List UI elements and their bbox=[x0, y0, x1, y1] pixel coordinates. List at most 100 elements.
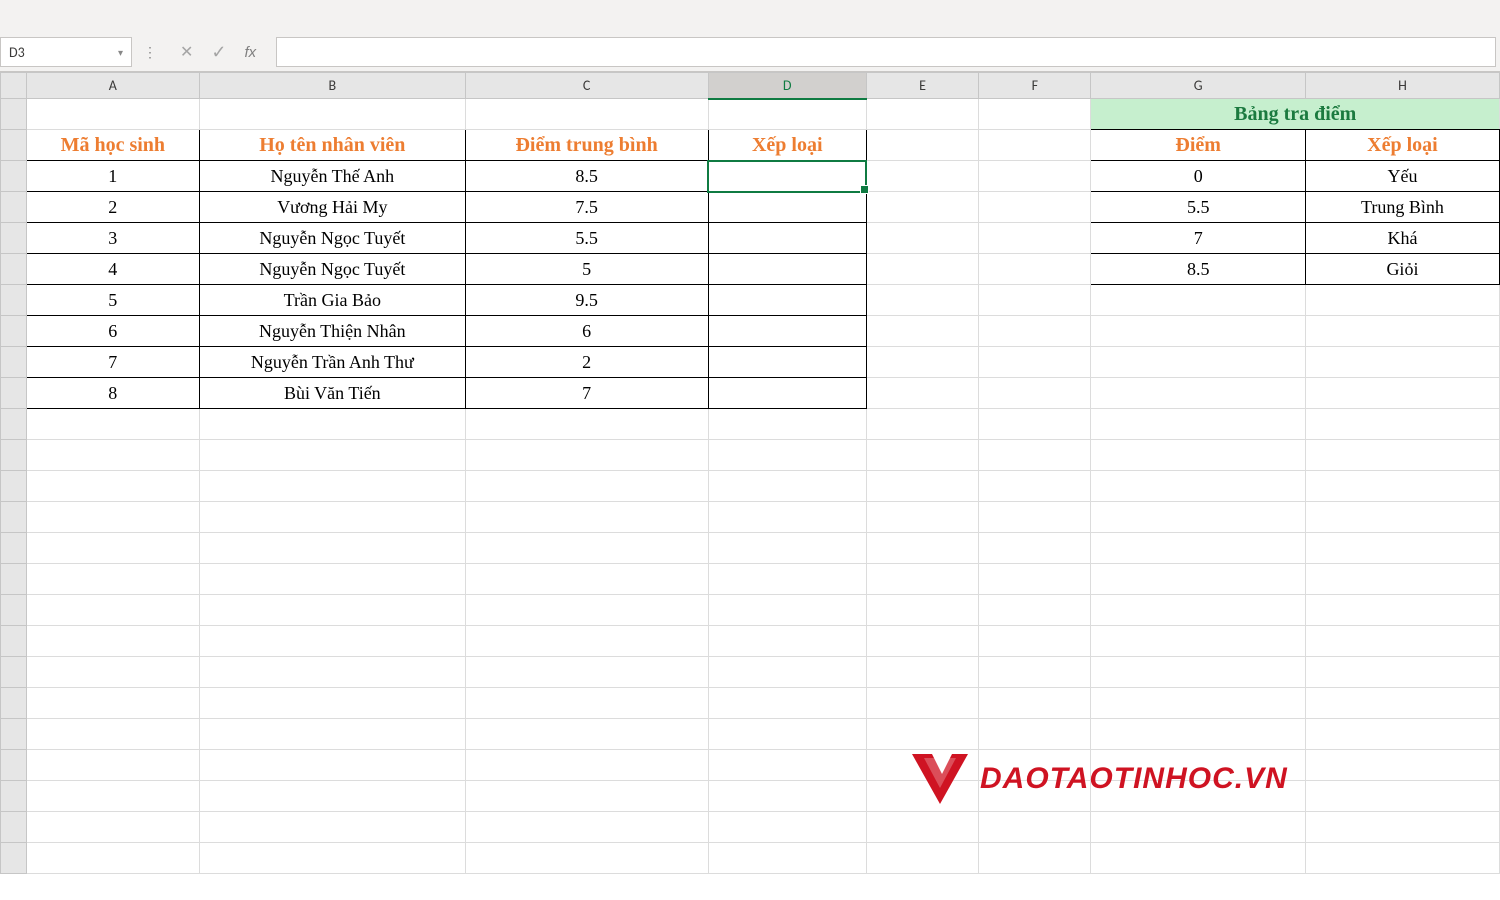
cell[interactable] bbox=[866, 564, 978, 595]
cell-score[interactable]: 9.5 bbox=[465, 285, 708, 316]
lookup-score[interactable]: 8.5 bbox=[1091, 254, 1305, 285]
lookup-rank[interactable]: Khá bbox=[1305, 223, 1499, 254]
row-header[interactable] bbox=[1, 316, 27, 347]
fx-icon[interactable]: fx bbox=[245, 44, 257, 61]
cell[interactable] bbox=[465, 502, 708, 533]
cell[interactable] bbox=[465, 843, 708, 874]
cell-score[interactable]: 7 bbox=[465, 378, 708, 409]
cell[interactable] bbox=[866, 378, 978, 409]
row-header[interactable] bbox=[1, 533, 27, 564]
cell[interactable] bbox=[979, 440, 1091, 471]
cell[interactable] bbox=[26, 688, 200, 719]
cell-name[interactable]: Nguyễn Ngọc Tuyết bbox=[200, 223, 465, 254]
cell[interactable] bbox=[708, 440, 866, 471]
cell[interactable] bbox=[708, 99, 866, 130]
cell[interactable] bbox=[866, 440, 978, 471]
cell[interactable] bbox=[866, 471, 978, 502]
header-xep-loai[interactable]: Xếp loại bbox=[708, 130, 866, 161]
chevron-down-icon[interactable]: ▾ bbox=[118, 46, 123, 59]
cell-name[interactable]: Trần Gia Bảo bbox=[200, 285, 465, 316]
row-header[interactable] bbox=[1, 285, 27, 316]
cell[interactable] bbox=[708, 688, 866, 719]
cell[interactable] bbox=[465, 750, 708, 781]
cell-id[interactable]: 7 bbox=[26, 347, 200, 378]
cell[interactable] bbox=[1305, 843, 1499, 874]
row-header[interactable] bbox=[1, 378, 27, 409]
cell[interactable] bbox=[1305, 812, 1499, 843]
cell[interactable] bbox=[200, 719, 465, 750]
cell[interactable] bbox=[200, 564, 465, 595]
row-header[interactable] bbox=[1, 502, 27, 533]
cancel-icon[interactable]: ✕ bbox=[180, 42, 193, 62]
cell[interactable] bbox=[866, 130, 978, 161]
cell[interactable] bbox=[1091, 502, 1305, 533]
col-header-D[interactable]: D bbox=[708, 73, 866, 99]
cell[interactable] bbox=[979, 657, 1091, 688]
cell[interactable] bbox=[1091, 843, 1305, 874]
cell[interactable] bbox=[866, 719, 978, 750]
cell[interactable] bbox=[1091, 285, 1305, 316]
cell[interactable] bbox=[866, 626, 978, 657]
cell[interactable] bbox=[979, 564, 1091, 595]
row-header[interactable] bbox=[1, 595, 27, 626]
lookup-rank[interactable]: Giỏi bbox=[1305, 254, 1499, 285]
lookup-score[interactable]: 7 bbox=[1091, 223, 1305, 254]
cell[interactable] bbox=[200, 843, 465, 874]
cell[interactable] bbox=[708, 626, 866, 657]
cell[interactable] bbox=[26, 843, 200, 874]
cell[interactable] bbox=[1091, 440, 1305, 471]
cell[interactable] bbox=[465, 99, 708, 130]
row-header[interactable] bbox=[1, 719, 27, 750]
cell[interactable] bbox=[465, 533, 708, 564]
cell[interactable] bbox=[979, 812, 1091, 843]
row-header[interactable] bbox=[1, 161, 27, 192]
cell[interactable] bbox=[979, 471, 1091, 502]
spreadsheet-grid[interactable]: A B C D E F G H Bảng tra điểm Mã học sin… bbox=[0, 72, 1500, 874]
cell[interactable] bbox=[26, 471, 200, 502]
cell[interactable] bbox=[465, 595, 708, 626]
cell[interactable] bbox=[26, 409, 200, 440]
cell[interactable] bbox=[200, 688, 465, 719]
cell-id[interactable]: 8 bbox=[26, 378, 200, 409]
cell[interactable] bbox=[26, 719, 200, 750]
cell[interactable] bbox=[465, 657, 708, 688]
cell[interactable] bbox=[26, 781, 200, 812]
cell[interactable] bbox=[708, 502, 866, 533]
cell[interactable] bbox=[866, 192, 978, 223]
cell[interactable] bbox=[465, 626, 708, 657]
cell[interactable] bbox=[1091, 564, 1305, 595]
cell-id[interactable]: 6 bbox=[26, 316, 200, 347]
select-all-corner[interactable] bbox=[1, 73, 27, 99]
cell[interactable] bbox=[979, 688, 1091, 719]
cell[interactable] bbox=[979, 347, 1091, 378]
cell[interactable] bbox=[866, 223, 978, 254]
cell[interactable] bbox=[26, 99, 200, 130]
cell-rank[interactable] bbox=[708, 285, 866, 316]
cell[interactable] bbox=[26, 502, 200, 533]
cell[interactable] bbox=[979, 285, 1091, 316]
cell[interactable] bbox=[1305, 595, 1499, 626]
cell-score[interactable]: 8.5 bbox=[465, 161, 708, 192]
cell[interactable] bbox=[1091, 595, 1305, 626]
cell[interactable] bbox=[708, 533, 866, 564]
cell[interactable] bbox=[979, 843, 1091, 874]
cell[interactable] bbox=[200, 471, 465, 502]
cell-score[interactable]: 5 bbox=[465, 254, 708, 285]
cell[interactable] bbox=[1305, 440, 1499, 471]
cell[interactable] bbox=[866, 781, 978, 812]
cell[interactable] bbox=[465, 564, 708, 595]
cell[interactable] bbox=[866, 533, 978, 564]
cell[interactable] bbox=[1305, 502, 1499, 533]
col-header-A[interactable]: A bbox=[26, 73, 200, 99]
row-header[interactable] bbox=[1, 223, 27, 254]
row-header[interactable] bbox=[1, 657, 27, 688]
cell[interactable] bbox=[866, 688, 978, 719]
cell[interactable] bbox=[200, 781, 465, 812]
cell-id[interactable]: 5 bbox=[26, 285, 200, 316]
cell-name[interactable]: Nguyễn Trần Anh Thư bbox=[200, 347, 465, 378]
row-header[interactable] bbox=[1, 130, 27, 161]
row-header[interactable] bbox=[1, 688, 27, 719]
cell[interactable] bbox=[979, 719, 1091, 750]
cell-score[interactable]: 2 bbox=[465, 347, 708, 378]
cell-id[interactable]: 3 bbox=[26, 223, 200, 254]
